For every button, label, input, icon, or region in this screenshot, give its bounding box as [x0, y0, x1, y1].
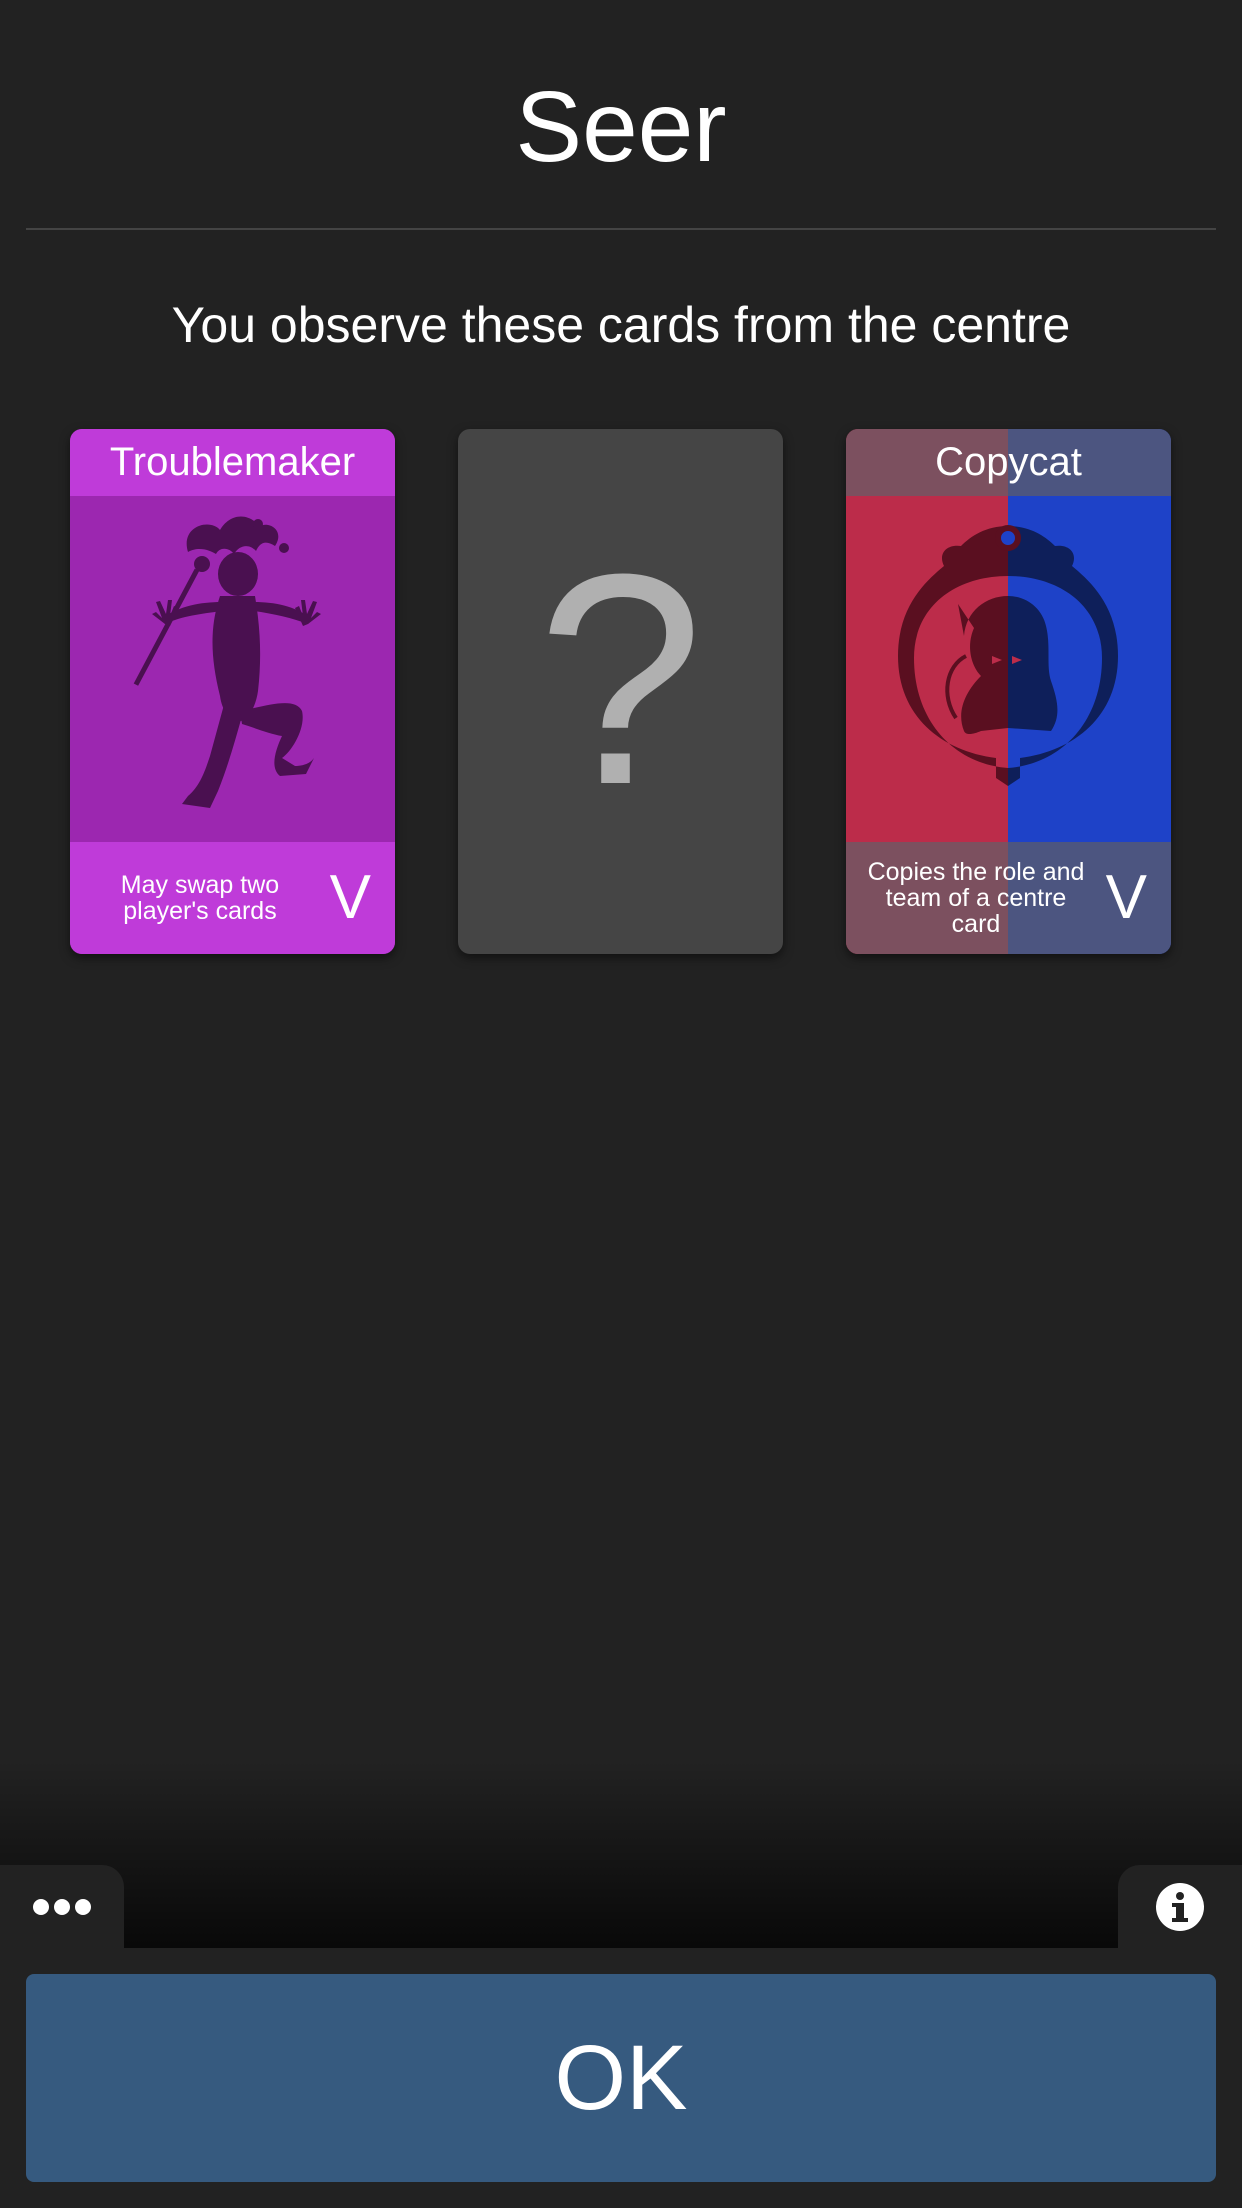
cat-mirror-icon — [898, 525, 1118, 786]
card-title: Copycat — [846, 429, 1171, 496]
role-card-copycat[interactable]: Copycat Copies the role and team of a ce… — [846, 429, 1171, 954]
card-footer: Copies the role and team of a centre car… — [846, 842, 1171, 954]
instruction-text: You observe these cards from the centre — [171, 297, 1071, 353]
jester-silhouette-icon — [133, 516, 321, 808]
card-description: Copies the role and team of a centre car… — [867, 858, 1085, 938]
role-card-troublemaker[interactable]: Troublemaker May swap two player's cards… — [70, 429, 395, 954]
card-footer: May swap two player's cards V — [70, 842, 395, 954]
seer-screen: Seer You observe these cards from the ce… — [0, 0, 1242, 2208]
info-button[interactable] — [1118, 1865, 1242, 1948]
ok-button[interactable]: OK — [26, 1974, 1216, 2182]
question-mark-icon: ? — [537, 511, 704, 847]
role-card-hidden[interactable]: ? — [458, 429, 783, 954]
team-badge: V — [329, 863, 371, 932]
title-divider — [26, 228, 1216, 230]
card-title: Troublemaker — [70, 429, 395, 496]
info-icon — [1156, 1882, 1204, 1931]
team-badge: V — [1105, 863, 1147, 932]
card-description: May swap two player's cards — [120, 871, 280, 925]
ellipsis-icon — [33, 1898, 91, 1915]
menu-button[interactable] — [0, 1865, 124, 1948]
bottom-fade — [0, 1760, 1242, 1948]
page-title: Seer — [515, 71, 727, 183]
